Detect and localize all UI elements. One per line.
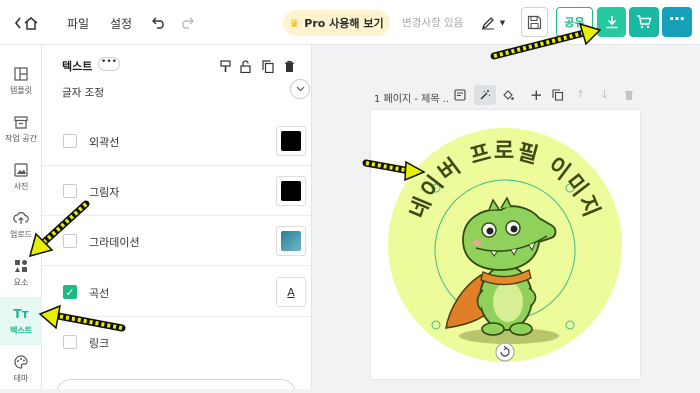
gradient-checkbox[interactable] — [63, 234, 77, 248]
design-page[interactable]: 네이버 프로필 이미지 — [371, 110, 640, 379]
top-bar: 파일 설정 ♛ Pro 사용해 보기 변경사항 있음 ▼ 공유 ⋯ — [0, 0, 700, 45]
chevron-down-icon — [296, 86, 304, 92]
collapse-section-button[interactable] — [290, 79, 310, 99]
text-icon: Tт — [13, 307, 29, 321]
sidebar-item-label: 템플릿 — [9, 86, 33, 95]
delete-page-icon[interactable] — [624, 89, 634, 104]
move-down-icon[interactable]: ↓ — [600, 88, 609, 101]
redo-icon — [182, 17, 194, 29]
unlock-icon[interactable] — [240, 58, 251, 77]
palette-icon — [13, 354, 29, 370]
profile-image-artwork[interactable]: 네이버 프로필 이미지 — [371, 110, 640, 379]
page-toolbar: 1 페이지 - 제목 .. + ↑ ↓ — [372, 85, 672, 107]
option-row-curve: ✓ 곡선 A — [42, 267, 311, 317]
upload-icon — [13, 210, 29, 226]
pen-icon — [481, 17, 494, 30]
save-icon — [527, 15, 542, 29]
sidebar-item-workspace[interactable]: 작업 공간 — [0, 105, 42, 153]
changes-status: 변경사항 있음 — [402, 17, 464, 29]
undo-button[interactable] — [150, 14, 168, 32]
download-icon — [606, 16, 617, 29]
panel-options-button[interactable]: ••• — [98, 57, 120, 71]
more-menu-button[interactable]: ⋯ — [662, 7, 692, 37]
section-title-letter-adjust: 글자 조정 — [62, 87, 104, 99]
sidebar-item-upload[interactable]: 업로드 — [0, 201, 42, 249]
more-horizontal-icon: ⋯ — [669, 8, 685, 28]
option-label: 링크 — [89, 337, 110, 350]
move-up-icon[interactable]: ↑ — [576, 88, 585, 101]
panel-bottom-button[interactable] — [56, 379, 296, 389]
option-label: 그림자 — [89, 186, 120, 199]
curve-checkbox[interactable]: ✓ — [63, 285, 77, 299]
sidebar-item-text[interactable]: Tт 텍스트 — [0, 297, 42, 345]
page-title-label: 1 페이지 - 제목 .. — [374, 94, 450, 105]
shadow-color-swatch[interactable] — [276, 176, 306, 206]
chevron-left-icon — [14, 17, 38, 30]
pro-trial-button[interactable]: ♛ Pro 사용해 보기 — [283, 10, 390, 36]
panel-title: 텍스트 — [62, 60, 93, 73]
option-row-shadow: 그림자 — [42, 166, 311, 216]
crown-icon: ♛ — [289, 16, 300, 30]
delete-icon[interactable] — [284, 58, 295, 77]
text-properties-panel: 텍스트 ••• 글자 조정 외곽선 그림자 그라데이션 ✓ 곡선 A 링크 — [42, 45, 312, 389]
elements-icon — [13, 258, 29, 274]
shadow-checkbox[interactable] — [63, 184, 77, 198]
sidebar-item-template[interactable]: 템플릿 — [0, 57, 42, 105]
photo-icon — [13, 162, 29, 178]
format-painter-icon[interactable] — [220, 58, 231, 77]
pro-trial-label: Pro 사용해 보기 — [304, 17, 384, 30]
back-home-button[interactable] — [8, 12, 44, 34]
magic-wand-button[interactable] — [474, 85, 496, 105]
outline-checkbox[interactable] — [63, 134, 77, 148]
curve-settings-button[interactable]: A — [276, 277, 306, 307]
cart-icon — [637, 15, 652, 29]
download-button[interactable] — [597, 7, 626, 37]
sidebar-item-elements[interactable]: 요소 — [0, 249, 42, 297]
left-nav: 템플릿 작업 공간 사진 업로드 요소 Tт 텍스트 테마 — [0, 45, 42, 389]
chevron-down-icon: ▼ — [499, 19, 506, 27]
option-row-gradient: 그라데이션 — [42, 216, 311, 266]
panel-header: 텍스트 ••• — [42, 45, 311, 85]
option-label: 외곽선 — [89, 136, 120, 149]
menu-settings[interactable]: 설정 — [108, 14, 134, 32]
duplicate-page-icon[interactable] — [552, 89, 564, 104]
option-label: 그라데이션 — [89, 236, 140, 249]
option-row-link: 링크 — [42, 317, 311, 367]
sidebar-item-label: 업로드 — [9, 230, 33, 239]
add-page-icon[interactable]: + — [530, 86, 543, 104]
curve-settings-icon: A — [287, 285, 295, 299]
sidebar-item-label: 사진 — [13, 182, 29, 191]
gradient-color-swatch[interactable] — [276, 226, 306, 256]
share-button[interactable]: 공유 — [556, 7, 593, 37]
sidebar-item-theme[interactable]: 테마 — [0, 345, 42, 393]
option-label: 곡선 — [89, 287, 110, 300]
sidebar-item-label: 테마 — [13, 374, 29, 383]
cart-button[interactable] — [629, 7, 659, 37]
fill-bucket-icon[interactable] — [502, 89, 514, 104]
save-button[interactable] — [521, 7, 548, 37]
redo-button[interactable] — [178, 14, 196, 32]
pen-tool-button[interactable]: ▼ — [476, 12, 510, 34]
magic-wand-icon — [480, 90, 491, 100]
page-notes-icon[interactable] — [454, 89, 466, 104]
undo-icon — [152, 17, 164, 29]
sidebar-item-label: 텍스트 — [9, 326, 33, 335]
outline-color-swatch[interactable] — [276, 126, 306, 156]
sidebar-item-photo[interactable]: 사진 — [0, 153, 42, 201]
sidebar-item-label: 작업 공간 — [5, 134, 37, 143]
menu-file[interactable]: 파일 — [64, 14, 92, 32]
template-icon — [13, 66, 29, 82]
link-checkbox[interactable] — [63, 335, 77, 349]
option-row-outline: 외곽선 — [42, 116, 311, 166]
share-label: 공유 — [564, 16, 585, 29]
duplicate-icon[interactable] — [262, 58, 274, 77]
workspace-icon — [13, 114, 29, 130]
sidebar-item-label: 요소 — [13, 278, 29, 287]
